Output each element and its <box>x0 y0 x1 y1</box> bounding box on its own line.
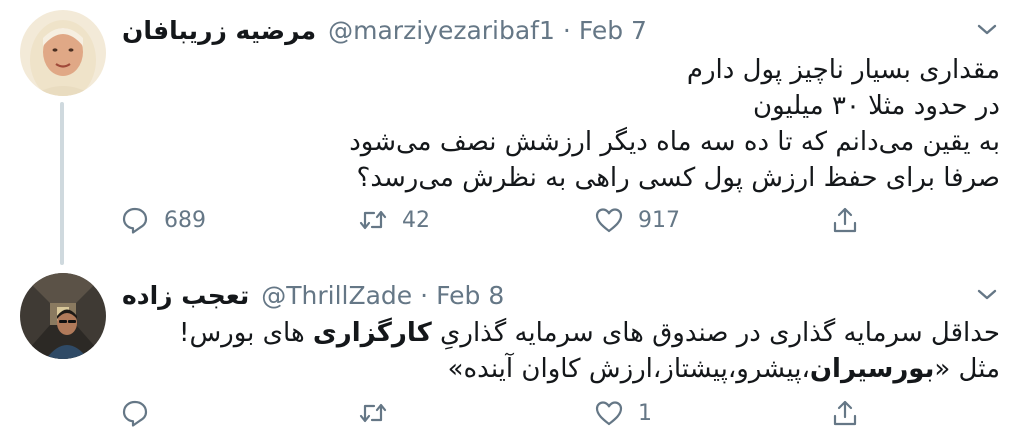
like-count: 1 <box>638 400 652 426</box>
chevron-down-icon[interactable] <box>970 14 1004 44</box>
tweet-text-line: به یقین می‌دانم که تا ده سه ماه دیگر ارز… <box>349 127 1000 157</box>
retweet-count: 42 <box>402 207 430 233</box>
text-segment: مثل « <box>934 354 1000 384</box>
tweet-text: حداقل سرمایه گذاری در صندوق های سرمایه گ… <box>179 315 1000 387</box>
reply-icon <box>122 207 148 234</box>
retweet-icon <box>359 210 387 230</box>
tweet[interactable]: مرضیه زریبافان @marziyezaribaf1 · Feb 7 … <box>0 0 1024 265</box>
tweet-text-line: مقداری بسیار ناچیز پول دارم <box>686 55 1000 85</box>
tweet-header: تعجب زاده @ThrillZade · Feb 8 <box>122 277 504 313</box>
retweet-icon <box>359 403 387 423</box>
share-button[interactable] <box>830 391 860 435</box>
reply-button[interactable]: 689 <box>120 198 206 242</box>
share-icon <box>833 400 857 426</box>
tweet[interactable]: تعجب زاده @ThrillZade · Feb 8 حداقل سرما… <box>0 265 1024 444</box>
like-button[interactable]: 917 <box>594 198 680 242</box>
author-avatar[interactable] <box>20 273 106 359</box>
tweet-text-line: مثل «بورسیران،پیشرو،پیشتاز،ارزش کاوان آی… <box>179 351 1000 387</box>
tweet-date[interactable]: Feb 7 <box>579 16 647 45</box>
tweet-text-line: حداقل سرمایه گذاری در صندوق های سرمایه گ… <box>179 315 1000 351</box>
display-name[interactable]: مرضیه زریبافان <box>122 16 316 45</box>
reply-icon <box>122 400 148 427</box>
like-icon <box>595 401 623 426</box>
tweet-text: مقداری بسیار ناچیز پول دارم در حدود مثلا… <box>349 52 1000 196</box>
tweet-text-line: صرفا برای حفظ ارزش پول کسی راهی به نظرش … <box>356 163 1000 193</box>
reply-count: 689 <box>164 207 206 233</box>
tweet-header: مرضیه زریبافان @marziyezaribaf1 · Feb 7 <box>122 12 647 48</box>
thread-connector-line <box>60 102 64 265</box>
retweet-button[interactable]: 42 <box>358 198 430 242</box>
chevron-down-icon[interactable] <box>970 279 1004 309</box>
bold-text-segment: بورسیران <box>809 354 935 384</box>
separator-dot: · <box>562 15 571 45</box>
separator-dot: · <box>420 280 429 310</box>
tweet-date[interactable]: Feb 8 <box>436 281 504 310</box>
display-name[interactable]: تعجب زاده <box>122 281 249 310</box>
text-segment: ،پیشرو،پیشتاز،ارزش کاوان آینده» <box>447 354 810 384</box>
tweet-text-line: در حدود مثلا ۳۰ میلیون <box>752 91 1000 121</box>
text-segment: حداقل سرمایه گذاری در صندوق های سرمایه گ… <box>431 318 1000 348</box>
author-avatar[interactable] <box>20 10 106 96</box>
woman-in-hijab-avatar-icon <box>20 10 106 96</box>
retweet-button[interactable] <box>358 391 402 435</box>
bold-text-segment: کارگزاری <box>312 318 432 348</box>
user-handle[interactable]: @ThrillZade <box>261 281 412 310</box>
man-in-corridor-avatar-icon <box>20 273 106 359</box>
reply-button[interactable] <box>120 391 164 435</box>
like-icon <box>595 208 623 233</box>
text-segment: های بورس! <box>179 318 313 348</box>
like-count: 917 <box>638 207 680 233</box>
user-handle[interactable]: @marziyezaribaf1 <box>328 16 555 45</box>
share-button[interactable] <box>830 198 860 242</box>
share-icon <box>833 207 857 233</box>
like-button[interactable]: 1 <box>594 391 652 435</box>
